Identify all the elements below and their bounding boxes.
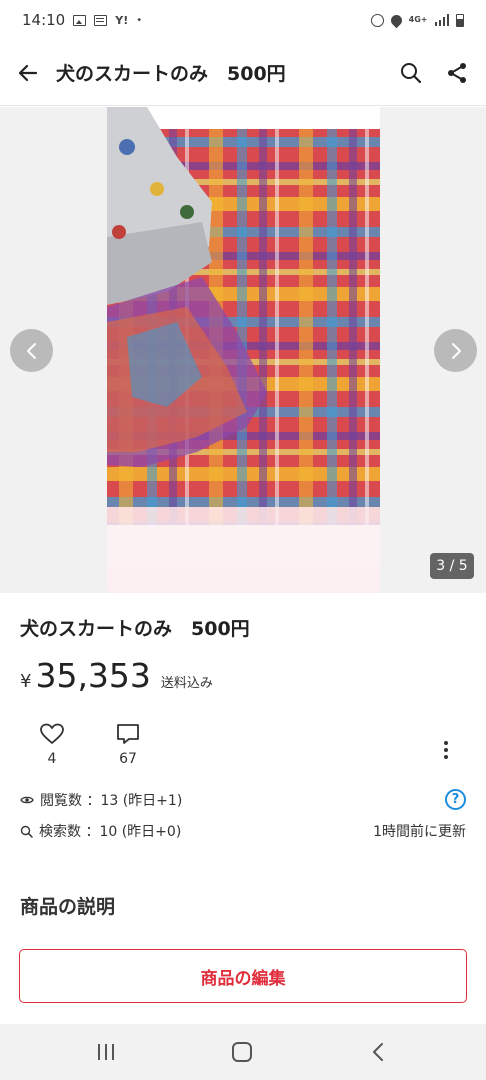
signal-icon (434, 14, 449, 26)
app-header: 犬のスカートのみ 500円 (0, 40, 486, 106)
chevron-right-icon (451, 342, 461, 359)
status-bar: 14:10 Y! • 4G+ (0, 0, 486, 40)
system-back-button[interactable] (358, 1038, 398, 1066)
search-small-icon (20, 825, 33, 838)
comment-icon (117, 724, 139, 744)
next-image-button[interactable] (434, 329, 477, 372)
card-icon (94, 14, 108, 26)
more-options-button[interactable] (432, 736, 460, 764)
alarm-icon (370, 13, 384, 27)
share-icon (448, 62, 466, 83)
description-title: 商品の説明 (20, 896, 116, 918)
price-row: ¥ 35,353 送料込み (20, 656, 213, 695)
page-title: 犬のスカートのみ 500円 (56, 63, 286, 85)
image-gallery[interactable]: 3 / 5 (0, 107, 486, 593)
comment-button[interactable]: 67 (98, 722, 158, 767)
network-label: 4G+ (408, 15, 428, 24)
arrow-left-icon (18, 64, 38, 81)
status-left: 14:10 Y! • (22, 11, 142, 29)
system-navigation-bar (0, 1024, 486, 1080)
recents-button[interactable] (86, 1038, 126, 1066)
updated-label: 1時間前に更新 (373, 824, 466, 840)
like-count: 4 (47, 751, 57, 767)
search-icon (401, 62, 422, 83)
dot (444, 748, 448, 752)
status-time: 14:10 (22, 11, 66, 29)
home-icon (232, 1042, 252, 1062)
battery-icon (456, 13, 464, 27)
home-button[interactable] (222, 1038, 262, 1066)
dot-icon: • (136, 14, 143, 26)
comment-count: 67 (119, 751, 137, 767)
chevron-left-icon (373, 1043, 383, 1061)
image-counter: 3 / 5 (430, 553, 474, 579)
location-icon (388, 12, 404, 28)
like-button[interactable]: 4 (22, 722, 82, 767)
prev-image-button[interactable] (10, 329, 53, 372)
image-icon (73, 14, 87, 26)
search-button[interactable] (388, 40, 434, 106)
searches-label: 検索数 ：10 (昨日+0) (39, 824, 182, 840)
share-button[interactable] (434, 40, 480, 106)
dot (444, 755, 448, 759)
dot (444, 741, 448, 745)
heart-icon (40, 723, 64, 744)
product-photo (107, 107, 380, 593)
product-price: 35,353 (35, 656, 151, 695)
shipping-label: 送料込み (160, 676, 213, 691)
product-title: 犬のスカートのみ 500円 (20, 618, 250, 640)
help-icon[interactable]: ? (445, 789, 466, 810)
recents-icon (98, 1044, 114, 1060)
eye-icon (20, 796, 34, 803)
chevron-left-icon (26, 342, 36, 359)
edit-product-button[interactable]: 商品の編集 (19, 949, 467, 1003)
status-right: 4G+ (370, 12, 464, 28)
searches-row: 検索数 ：10 (昨日+0) 1時間前に更新 (20, 821, 466, 841)
views-label: 閲覧数 ：13 (昨日+1) (40, 792, 183, 809)
currency-symbol: ¥ (20, 671, 32, 692)
yahoo-icon: Y! (115, 13, 129, 27)
views-row: 閲覧数 ：13 (昨日+1) ? (20, 789, 466, 810)
action-row: 4 67 (0, 722, 486, 778)
back-button[interactable] (0, 40, 56, 106)
